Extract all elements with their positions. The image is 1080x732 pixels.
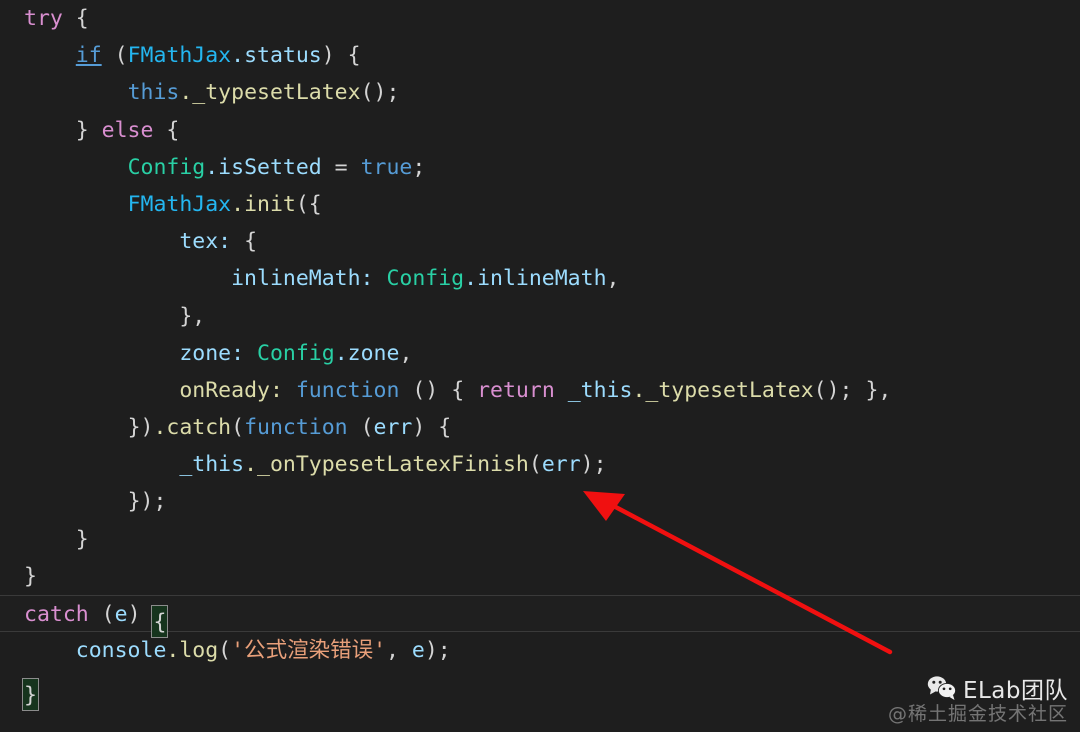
- identifier-fmathjax: FMathJax: [127, 191, 232, 217]
- punctuation: [555, 378, 568, 403]
- object-key-onready: onReady:: [179, 377, 283, 403]
- watermark: ELab团队 @稀土掘金技术社区: [888, 671, 1068, 726]
- param-e: e: [411, 638, 425, 664]
- code-line[interactable]: this._typesetLatex();: [0, 74, 1080, 111]
- code-line[interactable]: tex: {: [0, 223, 1080, 260]
- punctuation: }: [24, 563, 37, 589]
- identifier-fmathjax: FMathJax: [127, 43, 232, 69]
- object-key-zone: zone:: [179, 340, 245, 366]
- code-line[interactable]: },: [0, 298, 1080, 335]
- punctuation: {: [153, 117, 180, 143]
- property-status: .status: [231, 43, 322, 69]
- punctuation: [374, 266, 387, 291]
- punctuation: (); },: [813, 377, 892, 403]
- punctuation: [283, 378, 296, 403]
- code-line[interactable]: try {: [0, 0, 1080, 37]
- watermark-source: @稀土掘金技术社区: [887, 703, 1068, 725]
- wechat-icon: [927, 676, 957, 700]
- keyword-return: return: [477, 377, 555, 403]
- punctuation: ) {: [412, 415, 452, 441]
- method-ontypesetlatexfinish: ._onTypesetLatexFinish: [244, 452, 529, 478]
- property-inlinemath: .inlineMath: [464, 266, 607, 292]
- keyword-if[interactable]: if: [76, 43, 102, 68]
- code-screenshot: try { if (FMathJax.status) { this._types…: [0, 0, 1080, 732]
- keyword-this: this: [127, 80, 180, 106]
- identifier-console: console: [75, 638, 167, 664]
- punctuation: ,: [606, 266, 620, 292]
- code-line[interactable]: FMathJax.init({: [0, 186, 1080, 223]
- param-err: err: [373, 415, 413, 441]
- punctuation: (: [218, 638, 232, 664]
- punctuation: );: [580, 452, 607, 478]
- method-typesetlatex: ._typesetLatex: [179, 80, 361, 106]
- punctuation: ;: [412, 154, 426, 180]
- code-line[interactable]: inlineMath: Config.inlineMath,: [0, 260, 1080, 297]
- code-line[interactable]: });: [0, 483, 1080, 520]
- code-editor[interactable]: try { if (FMathJax.status) { this._types…: [0, 0, 1080, 732]
- code-line[interactable]: } else {: [0, 112, 1080, 149]
- code-line[interactable]: console.log('公式渲染错误', e);: [0, 632, 1080, 669]
- punctuation: ();: [360, 80, 400, 106]
- punctuation: ,: [386, 638, 412, 664]
- code-line[interactable]: }: [0, 521, 1080, 558]
- param-e: e: [114, 602, 128, 627]
- punctuation: ) {: [321, 43, 361, 69]
- bracket-match-close: }: [22, 678, 39, 712]
- punctuation: ): [127, 602, 154, 627]
- keyword-function: function: [244, 415, 348, 441]
- method-init: .init: [231, 191, 296, 217]
- identifier-underscore-this: _this: [567, 377, 633, 403]
- punctuation: (: [347, 415, 374, 441]
- punctuation: });: [127, 489, 167, 515]
- identifier-config: Config: [257, 340, 335, 366]
- identifier-config: Config: [386, 266, 465, 292]
- property-zone: .zone: [334, 340, 400, 366]
- punctuation: () {: [399, 377, 478, 403]
- method-catch: .catch: [153, 415, 232, 441]
- punctuation: (: [101, 43, 128, 69]
- punctuation: {: [231, 229, 258, 255]
- code-line[interactable]: }: [0, 558, 1080, 595]
- punctuation: [244, 341, 257, 366]
- code-line[interactable]: zone: Config.zone,: [0, 335, 1080, 372]
- param-err: err: [541, 452, 581, 478]
- method-typesetlatex: ._typesetLatex: [632, 377, 814, 403]
- code-line-current[interactable]: catch (e) {: [0, 595, 1080, 638]
- keyword-function: function: [295, 377, 400, 403]
- punctuation: ,: [399, 340, 413, 366]
- punctuation: ({: [295, 191, 322, 217]
- string-literal-error: '公式渲染错误': [231, 638, 387, 664]
- literal-true: true: [360, 154, 413, 180]
- identifier-underscore-this: _this: [179, 452, 245, 478]
- keyword-try: try: [24, 6, 63, 31]
- punctuation: }: [75, 117, 102, 143]
- code-line[interactable]: onReady: function () { return _this._typ…: [0, 372, 1080, 409]
- code-line[interactable]: _this._onTypesetLatexFinish(err);: [0, 446, 1080, 483]
- punctuation: },: [179, 303, 206, 329]
- code-line[interactable]: if (FMathJax.status) {: [0, 37, 1080, 74]
- punctuation: );: [424, 638, 451, 664]
- method-log: .log: [166, 638, 219, 664]
- object-key-tex: tex:: [179, 229, 232, 255]
- punctuation: {: [62, 6, 89, 31]
- punctuation: (: [528, 452, 542, 478]
- code-line[interactable]: }).catch(function (err) {: [0, 409, 1080, 446]
- property-issetted: .isSetted: [205, 154, 322, 180]
- punctuation: }): [127, 415, 154, 441]
- keyword-else: else: [101, 117, 154, 143]
- code-line[interactable]: Config.isSetted = true;: [0, 149, 1080, 186]
- punctuation: }: [75, 526, 89, 552]
- identifier-config: Config: [127, 154, 206, 180]
- punctuation: =: [321, 154, 361, 180]
- object-key-inlinemath: inlineMath:: [231, 266, 374, 292]
- punctuation: (: [231, 415, 245, 441]
- keyword-catch: catch: [24, 602, 89, 627]
- punctuation: (: [88, 602, 115, 627]
